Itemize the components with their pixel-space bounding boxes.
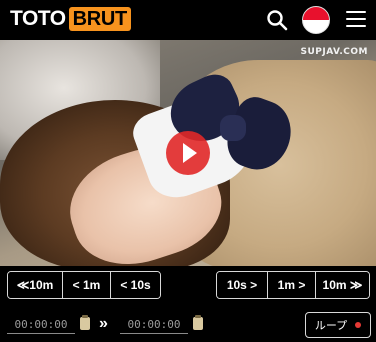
- seek-back-10s-button[interactable]: < 10s: [110, 272, 160, 298]
- loop-end-time-field[interactable]: 00:00:00: [120, 316, 188, 334]
- seek-forward-10m-button[interactable]: 10m ≫: [315, 272, 369, 298]
- logo-text-right: BRUT: [68, 7, 131, 31]
- video-frame-bow-knot: [220, 115, 246, 141]
- loop-label: ループ: [314, 320, 348, 332]
- double-chevron-right-icon: »: [99, 315, 108, 332]
- video-player[interactable]: SUPJAV.COM: [0, 40, 376, 266]
- loop-start-time-field[interactable]: 00:00:00: [7, 316, 75, 334]
- seek-forward-group: 10s > 1m > 10m ≫: [216, 271, 370, 299]
- seek-back-1m-button[interactable]: < 1m: [62, 272, 110, 298]
- clipboard-icon[interactable]: [193, 315, 203, 330]
- site-header: TOTO BRUT: [0, 0, 376, 40]
- menu-icon[interactable]: [346, 11, 366, 29]
- play-button[interactable]: [166, 131, 210, 175]
- seek-forward-10s-button[interactable]: 10s >: [217, 272, 267, 298]
- loop-button[interactable]: ループ: [305, 312, 371, 338]
- seek-back-10m-button[interactable]: ≪10m: [8, 272, 62, 298]
- seek-back-group: ≪10m < 1m < 10s: [7, 271, 161, 299]
- video-watermark: SUPJAV.COM: [300, 47, 368, 57]
- clipboard-icon[interactable]: [80, 315, 90, 330]
- search-icon[interactable]: [266, 9, 288, 31]
- seek-forward-1m-button[interactable]: 1m >: [267, 272, 315, 298]
- loop-status-dot-icon: [355, 322, 362, 328]
- japan-flag-icon[interactable]: [302, 6, 330, 34]
- logo-text-left: TOTO: [10, 7, 66, 30]
- site-logo[interactable]: TOTO BRUT: [10, 7, 131, 31]
